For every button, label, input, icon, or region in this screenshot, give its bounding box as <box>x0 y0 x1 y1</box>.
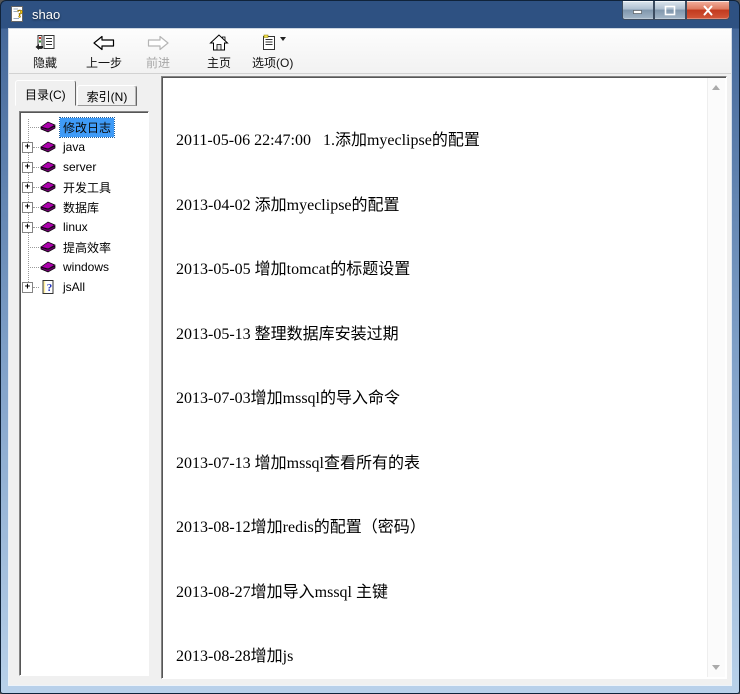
tree-item-label: server <box>60 159 99 175</box>
tab-index[interactable]: 索引(N) <box>77 85 138 106</box>
tree-item-changelog[interactable]: 修改日志 <box>20 117 148 137</box>
hide-label: 隐藏 <box>33 54 57 71</box>
changelog-line: 2011-05-06 22:47:00 1.添加myeclipse的配置 <box>176 130 706 152</box>
maximize-icon <box>664 5 676 16</box>
back-button[interactable]: 上一步 <box>80 32 128 72</box>
expand-icon[interactable]: + <box>22 282 33 293</box>
home-button[interactable]: 主页 <box>195 32 243 72</box>
book-icon <box>40 159 56 175</box>
changelog-line: 2013-08-28增加js <box>176 646 706 668</box>
hide-button[interactable]: 隐藏 <box>21 32 69 72</box>
tree-item-windows[interactable]: windows <box>20 257 148 277</box>
forward-button[interactable]: 前进 <box>134 32 182 72</box>
book-icon <box>40 199 56 215</box>
minimize-button[interactable] <box>622 1 654 20</box>
maximize-button[interactable] <box>654 1 686 20</box>
changelog-line: 2013-05-05 增加tomcat的标题设置 <box>176 259 706 281</box>
back-arrow-icon <box>92 33 116 53</box>
tree-item-label: jsAll <box>60 279 88 295</box>
changelog-line: 2013-07-13 增加mssql查看所有的表 <box>176 453 706 475</box>
contents-tree: 修改日志 + java <box>19 111 149 676</box>
tree-item-java[interactable]: + java <box>20 137 148 157</box>
expand-icon[interactable]: + <box>22 182 33 193</box>
tab-contents[interactable]: 目录(C) <box>15 80 76 106</box>
book-icon <box>40 139 56 155</box>
titlebar[interactable]: ? shao <box>1 1 739 29</box>
changelog-line: 2013-08-12增加redis的配置（密码） <box>176 517 706 539</box>
tree-item-efficiency[interactable]: 提高效率 <box>20 237 148 257</box>
back-label: 上一步 <box>86 54 122 71</box>
tree-item-label: 修改日志 <box>60 118 114 137</box>
options-icon <box>260 33 286 53</box>
home-icon <box>209 33 229 53</box>
topic-content-pane: 2011-05-06 22:47:00 1.添加myeclipse的配置 201… <box>161 76 727 679</box>
tree-item-label: 数据库 <box>60 198 102 217</box>
changelog-line: 2013-05-13 整理数据库安装过期 <box>176 324 706 346</box>
navigation-sidebar: 目录(C) 索引(N) 修改日志 <box>9 74 161 685</box>
book-icon <box>40 219 56 235</box>
home-label: 主页 <box>207 54 231 71</box>
forward-label: 前进 <box>146 54 170 71</box>
dropdown-caret-icon <box>280 37 286 41</box>
changelog-line: 2013-08-27增加导入mssql 主键 <box>176 582 706 604</box>
tree-item-label: 提高效率 <box>60 238 114 257</box>
book-icon <box>40 119 56 135</box>
svg-text:?: ? <box>47 282 53 294</box>
expand-icon[interactable]: + <box>22 222 33 233</box>
main-area: 目录(C) 索引(N) 修改日志 <box>9 74 731 685</box>
window-title: shao <box>32 7 60 22</box>
toolbar: 隐藏 上一步 前进 <box>9 29 731 74</box>
tree-item-database[interactable]: + 数据库 <box>20 197 148 217</box>
options-button[interactable]: 选项(O) <box>248 32 297 72</box>
hide-icon <box>34 33 56 53</box>
tree-item-label: java <box>60 139 88 155</box>
help-file-icon: ? <box>10 6 26 22</box>
changelog-line: 2013-04-02 添加myeclipse的配置 <box>176 195 706 217</box>
scroll-down-icon[interactable] <box>712 665 720 670</box>
tree-item-linux[interactable]: + linux <box>20 217 148 237</box>
tree-item-label: linux <box>60 219 91 235</box>
caption-buttons <box>622 1 730 20</box>
book-icon <box>40 239 56 255</box>
tree-item-label: 开发工具 <box>60 178 114 197</box>
options-label: 选项(O) <box>252 54 293 71</box>
close-button[interactable] <box>686 1 730 20</box>
minimize-icon <box>632 5 644 15</box>
changelog-line: 2013-07-03增加mssql的导入命令 <box>176 388 706 410</box>
tree-item-server[interactable]: + server <box>20 157 148 177</box>
help-viewer-window: ? shao <box>0 0 740 694</box>
forward-arrow-icon <box>146 33 170 53</box>
window-client-area: 隐藏 上一步 前进 <box>9 29 731 685</box>
book-icon <box>40 179 56 195</box>
changelog-text: 2011-05-06 22:47:00 1.添加myeclipse的配置 201… <box>164 79 706 676</box>
book-icon <box>40 259 56 275</box>
scroll-up-icon[interactable] <box>712 85 720 90</box>
vertical-scrollbar[interactable] <box>707 78 725 677</box>
sidebar-tabs: 目录(C) 索引(N) <box>15 80 137 106</box>
help-page-icon: ? <box>40 279 56 295</box>
expand-icon[interactable]: + <box>22 142 33 153</box>
close-icon <box>702 5 714 16</box>
svg-text:?: ? <box>17 7 23 21</box>
expand-icon[interactable]: + <box>22 162 33 173</box>
tree-item-devtools[interactable]: + 开发工具 <box>20 177 148 197</box>
expand-icon[interactable]: + <box>22 202 33 213</box>
tree-item-label: windows <box>60 259 112 275</box>
tree-item-jsall[interactable]: + ? jsAll <box>20 277 148 297</box>
